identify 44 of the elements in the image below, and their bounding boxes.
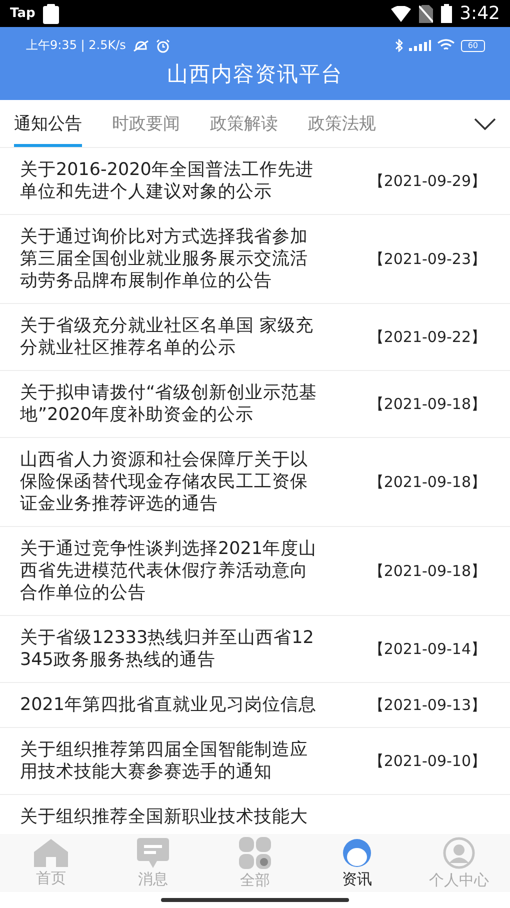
chevron-down-icon[interactable] (474, 118, 496, 130)
category-tab[interactable]: 政策法规 (308, 100, 376, 147)
avatar-icon (342, 838, 372, 868)
article-date: 【2021-09-14】 (368, 640, 486, 658)
article-title[interactable]: 关于通过竞争性谈判选择2021年度山西省先进模范代表休假疗养活动意向合作单位的公告 (20, 538, 320, 604)
article-date: 【2021-09-23】 (368, 250, 486, 268)
wifi-icon (436, 39, 455, 52)
category-tab[interactable]: 时政要闻 (112, 100, 180, 147)
battery-indicator: 60 (460, 40, 485, 52)
app-title: 山西内容资讯平台 (166, 61, 344, 88)
grid-icon (239, 836, 271, 868)
person-icon (443, 836, 475, 868)
article-date: 【2021-09-13】 (368, 696, 486, 714)
home-icon (34, 838, 68, 866)
wifi-icon (390, 6, 411, 22)
article-title[interactable]: 关于省级充分就业社区名单国 家级充分就业社区推荐名单的公示 (20, 315, 320, 359)
alarm-icon (156, 38, 170, 52)
article-date: 【2021-09-18】 (368, 394, 486, 414)
article-date: 【2021-09-22】 (368, 328, 486, 346)
category-tab[interactable]: 通知公告 (14, 100, 82, 147)
battery-icon (440, 4, 452, 23)
no-sim-icon (418, 4, 433, 22)
article-title[interactable]: 关于组织推荐全国新职业技术技能大 (20, 806, 320, 828)
article-date: 【2021-09-29】 (368, 172, 486, 190)
article-date: 【2021-09-10】 (368, 752, 486, 770)
article-title[interactable]: 山西省人力资源和社会保障厅关于以保险保函替代现金存储农民工工资保证金业务推荐评选的通告 (20, 449, 320, 515)
article-title[interactable]: 关于省级12333热线归并至山西省12345政务服务热线的通告 (20, 627, 320, 671)
signal-icon (408, 40, 431, 51)
article-title[interactable]: 关于通过询价比对方式选择我省参加第三届全国创业就业服务展示交流活动劳务品牌布展制作单位的公告 (20, 226, 320, 292)
app-label: Tap (10, 6, 36, 21)
message-icon (137, 838, 169, 868)
nav-tab[interactable]: 资讯 (306, 834, 408, 892)
bluetooth-icon (394, 39, 403, 52)
clock-time: 3:42 (460, 3, 500, 24)
clipboard-icon (43, 4, 60, 24)
article-title[interactable]: 关于组织推荐第四届全国智能制造应用技术技能大赛参赛选手的通知 (20, 739, 320, 783)
article-title[interactable]: 2021年第四批省直就业见习岗位信息 (20, 694, 320, 716)
category-tab[interactable]: 政策解读 (210, 100, 278, 147)
article-date: 【2021-09-18】 (368, 562, 486, 580)
article-title[interactable]: 关于2016-2020年全国普法工作先进单位和先进个人建议对象的公示 (20, 159, 320, 203)
article-date: 【2021-09-18】 (368, 472, 486, 492)
article-title[interactable]: 关于拟申请拨付“省级创新创业示范基地”2020年度补助资金的公示 (20, 382, 320, 426)
status-text: 上午9:35 | 2.5K/s (26, 37, 126, 54)
mute-icon (132, 38, 150, 52)
